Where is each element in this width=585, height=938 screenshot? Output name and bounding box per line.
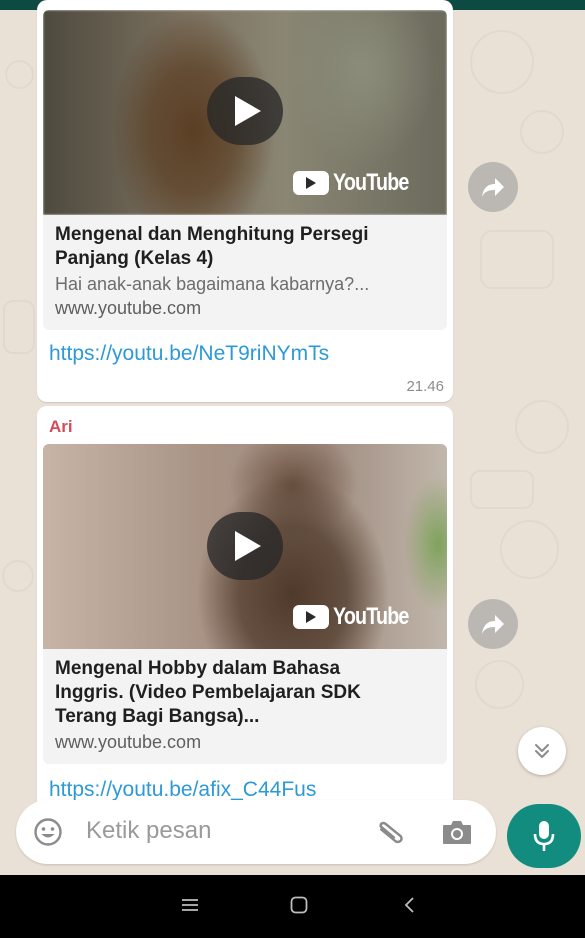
play-button[interactable] xyxy=(207,77,283,145)
paperclip-icon[interactable] xyxy=(373,816,407,850)
wallpaper-doodle xyxy=(520,110,564,154)
link-preview-card[interactable]: YouTube Mengenal Hobby dalam Bahasa Ingg… xyxy=(43,444,447,764)
youtube-brand-text: YouTube xyxy=(332,603,409,630)
sender-name: Ari xyxy=(49,417,73,436)
preview-title: Mengenal Hobby dalam Bahasa Inggris. (Vi… xyxy=(55,658,361,727)
wallpaper-doodle xyxy=(515,400,569,454)
forward-button[interactable] xyxy=(468,162,518,212)
message-composer: Ketik pesan xyxy=(16,800,496,864)
menu-icon[interactable] xyxy=(180,895,200,915)
message-input[interactable]: Ketik pesan xyxy=(86,817,211,845)
video-thumbnail[interactable]: YouTube xyxy=(43,10,447,215)
preview-title: Mengenal dan Menghitung Persegi Panjang … xyxy=(55,224,369,269)
youtube-brand-text: YouTube xyxy=(332,169,409,196)
preview-domain: www.youtube.com xyxy=(55,298,202,318)
wallpaper-doodle xyxy=(2,560,34,592)
emoji-icon[interactable] xyxy=(33,817,63,847)
system-navigation-bar xyxy=(0,875,585,938)
play-button[interactable] xyxy=(207,512,283,580)
message-link[interactable]: https://youtu.be/NeT9riNYmTs xyxy=(49,342,329,366)
play-icon xyxy=(235,531,261,561)
preview-domain: www.youtube.com xyxy=(55,732,202,752)
message-bubble[interactable]: YouTube Mengenal dan Menghitung Persegi … xyxy=(37,0,453,402)
microphone-button[interactable] xyxy=(507,804,581,868)
youtube-icon xyxy=(292,171,329,195)
youtube-logo: YouTube xyxy=(292,603,425,631)
youtube-logo: YouTube xyxy=(292,169,425,197)
wallpaper-doodle xyxy=(500,520,559,579)
wallpaper-doodle xyxy=(5,60,34,89)
forward-button[interactable] xyxy=(468,599,518,649)
link-preview-card[interactable]: YouTube Mengenal dan Menghitung Persegi … xyxy=(43,10,447,330)
message-link[interactable]: https://youtu.be/afix_C44Fus xyxy=(49,778,316,802)
camera-icon[interactable] xyxy=(441,818,473,846)
double-chevron-down-icon xyxy=(535,744,549,758)
scroll-to-bottom-button[interactable] xyxy=(518,727,566,775)
wallpaper-doodle xyxy=(475,660,524,709)
video-thumbnail[interactable]: YouTube xyxy=(43,444,447,649)
home-icon[interactable] xyxy=(289,895,309,915)
wallpaper-doodle xyxy=(3,300,35,354)
wallpaper-doodle xyxy=(470,470,534,509)
wallpaper-doodle xyxy=(470,30,534,94)
forward-icon xyxy=(482,615,504,634)
youtube-icon xyxy=(292,605,329,629)
microphone-icon xyxy=(533,821,555,851)
message-bubble[interactable]: Ari YouTube Mengenal Hobby dalam Bahasa … xyxy=(37,406,453,806)
wallpaper-doodle xyxy=(480,230,554,289)
play-icon xyxy=(235,96,261,126)
preview-description: Hai anak-anak bagaimana kabarnya?... xyxy=(55,274,370,294)
back-icon[interactable] xyxy=(400,895,420,915)
message-timestamp: 21.46 xyxy=(406,378,444,395)
forward-icon xyxy=(482,178,504,197)
